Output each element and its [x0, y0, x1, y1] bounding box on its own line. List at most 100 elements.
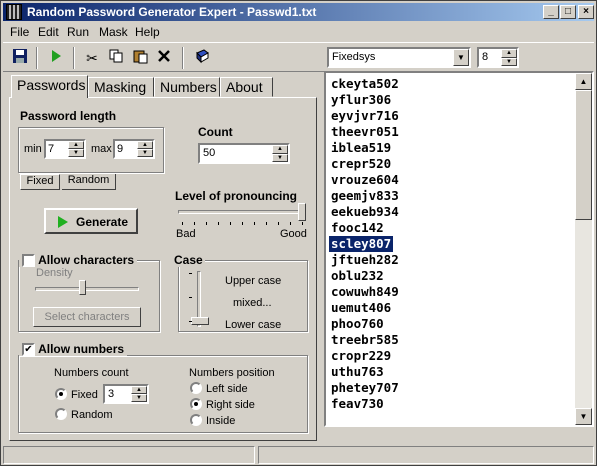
- density-slider-thumb[interactable]: [79, 280, 86, 295]
- menu-help[interactable]: Help: [135, 25, 160, 39]
- inside-radio[interactable]: [190, 414, 202, 426]
- list-item[interactable]: geemjv833: [329, 188, 401, 204]
- status-bar: [3, 446, 594, 464]
- max-value: 9: [117, 143, 124, 155]
- random-count-radio[interactable]: [55, 408, 67, 420]
- list-item[interactable]: treebr585: [329, 332, 401, 348]
- tab-fixed[interactable]: Fixed: [20, 174, 60, 190]
- save-icon[interactable]: [9, 48, 31, 68]
- good-label: Good: [280, 228, 307, 240]
- app-icon: [6, 4, 22, 20]
- allow-characters-header: Allow characters: [19, 253, 138, 267]
- list-item[interactable]: eekueb934: [329, 204, 401, 220]
- fixed-count-label[interactable]: Fixed: [71, 389, 98, 401]
- font-select[interactable]: Fixedsys ▼: [327, 47, 471, 68]
- list-item[interactable]: theevr051: [329, 124, 401, 140]
- pronouncing-slider-thumb[interactable]: [298, 203, 306, 221]
- book-icon[interactable]: [191, 48, 213, 68]
- right-side-radio[interactable]: [190, 398, 202, 410]
- list-item[interactable]: phoo760: [329, 316, 386, 332]
- password-length-group: min 7 ▲ ▼ max 9 ▲ ▼: [18, 127, 164, 173]
- tab-masking[interactable]: Masking: [88, 77, 154, 97]
- case-title: Case: [172, 253, 205, 267]
- tab-passwords[interactable]: Passwords: [11, 75, 88, 98]
- font-size-value: 8: [482, 51, 489, 63]
- inside-label[interactable]: Inside: [206, 415, 235, 427]
- list-scrollbar[interactable]: ▲ ▼: [575, 73, 592, 425]
- paste-icon[interactable]: [129, 48, 151, 68]
- random-count-label[interactable]: Random: [71, 409, 113, 421]
- count-stepper[interactable]: 50 ▲ ▼: [198, 143, 290, 164]
- list-item[interactable]: crepr520: [329, 156, 393, 172]
- list-item[interactable]: vrouze604: [329, 172, 401, 188]
- fixed-tab-label: Fixed: [26, 175, 54, 187]
- scroll-up-icon[interactable]: ▲: [575, 73, 592, 90]
- bad-label: Bad: [176, 228, 196, 240]
- tab-random[interactable]: Random: [62, 174, 116, 190]
- slider-tick: [242, 222, 243, 225]
- toolbar: ✂ Fixedsys ▼ 8 ▲ ▼: [3, 42, 594, 72]
- password-list[interactable]: ckeyta502 yflur306 eyvjvr716 theevr051 iblea…: [324, 71, 594, 427]
- scroll-down-icon[interactable]: ▼: [575, 408, 592, 425]
- tab-numbers[interactable]: Numbers: [154, 77, 220, 97]
- list-item[interactable]: scley807: [329, 236, 394, 252]
- case-group: Upper case mixed... Lower case: [178, 260, 308, 332]
- max-stepper[interactable]: 9 ▲ ▼: [113, 139, 155, 159]
- slider-tick: [194, 222, 195, 225]
- list-item[interactable]: eyvjvr716: [329, 108, 401, 124]
- list-item[interactable]: cowuwh849: [329, 284, 401, 300]
- chevron-down-icon[interactable]: ▼: [453, 49, 469, 66]
- allow-numbers-label[interactable]: Allow numbers: [38, 342, 124, 356]
- min-stepper[interactable]: 7 ▲ ▼: [44, 139, 86, 159]
- fixed-count-value: 3: [108, 388, 115, 400]
- menu-run[interactable]: Run: [67, 25, 89, 39]
- close-button[interactable]: ×: [578, 5, 594, 19]
- select-characters-button[interactable]: Select characters: [33, 307, 141, 327]
- list-item[interactable]: fooc142: [329, 220, 386, 236]
- scrollbar-thumb[interactable]: [575, 90, 592, 220]
- tab-about[interactable]: About: [220, 77, 273, 97]
- allow-characters-checkbox[interactable]: [22, 253, 35, 267]
- list-item[interactable]: yflur306: [329, 92, 393, 108]
- generate-button[interactable]: Generate: [44, 208, 138, 234]
- list-item[interactable]: ckeyta502: [329, 76, 401, 92]
- delete-icon[interactable]: [153, 48, 175, 68]
- font-size-stepper[interactable]: 8 ▲ ▼: [477, 47, 519, 68]
- slider-tick: [182, 222, 183, 225]
- menu-edit[interactable]: Edit: [38, 25, 59, 39]
- list-item[interactable]: feav730: [329, 396, 386, 412]
- left-side-radio[interactable]: [190, 382, 202, 394]
- cut-icon[interactable]: ✂: [81, 48, 103, 68]
- minimize-button[interactable]: _: [543, 5, 559, 19]
- numbers-position-title: Numbers position: [189, 367, 275, 379]
- list-item[interactable]: oblu232: [329, 268, 386, 284]
- list-item[interactable]: phetey707: [329, 380, 401, 396]
- list-item[interactable]: uthu763: [329, 364, 386, 380]
- maximize-button[interactable]: □: [560, 5, 576, 19]
- list-item[interactable]: uemut406: [329, 300, 393, 316]
- list-item[interactable]: jftueh282: [329, 252, 401, 268]
- fixed-count-stepper[interactable]: 3 ▲ ▼: [103, 384, 149, 404]
- allow-numbers-checkbox[interactable]: ✔: [22, 342, 35, 356]
- allow-numbers-group: Numbers count Fixed 3 ▲ ▼ Random Numbers …: [18, 355, 308, 433]
- case-slider-thumb[interactable]: [191, 317, 209, 325]
- window-title: Random Password Generator Expert - Passw…: [27, 5, 317, 19]
- list-item[interactable]: iblea519: [329, 140, 393, 156]
- slider-tick: [278, 222, 279, 225]
- pronouncing-label: Level of pronouncing: [175, 189, 297, 203]
- slider-tick: [266, 222, 267, 225]
- run-icon[interactable]: [45, 48, 67, 68]
- left-side-label[interactable]: Left side: [206, 383, 248, 395]
- allow-characters-group: Density Select characters: [18, 260, 160, 332]
- fixed-count-radio[interactable]: [55, 388, 67, 400]
- allow-characters-label[interactable]: Allow characters: [38, 253, 134, 267]
- density-slider-track: [35, 287, 139, 291]
- count-value: 50: [203, 147, 216, 159]
- menu-file[interactable]: File: [10, 25, 29, 39]
- list-item[interactable]: cropr229: [329, 348, 393, 364]
- right-side-label[interactable]: Right side: [206, 399, 255, 411]
- copy-icon[interactable]: [105, 48, 127, 68]
- numbers-count-title: Numbers count: [54, 367, 129, 379]
- menu-mask[interactable]: Mask: [99, 25, 128, 39]
- app-window: Random Password Generator Expert - Passw…: [0, 0, 597, 466]
